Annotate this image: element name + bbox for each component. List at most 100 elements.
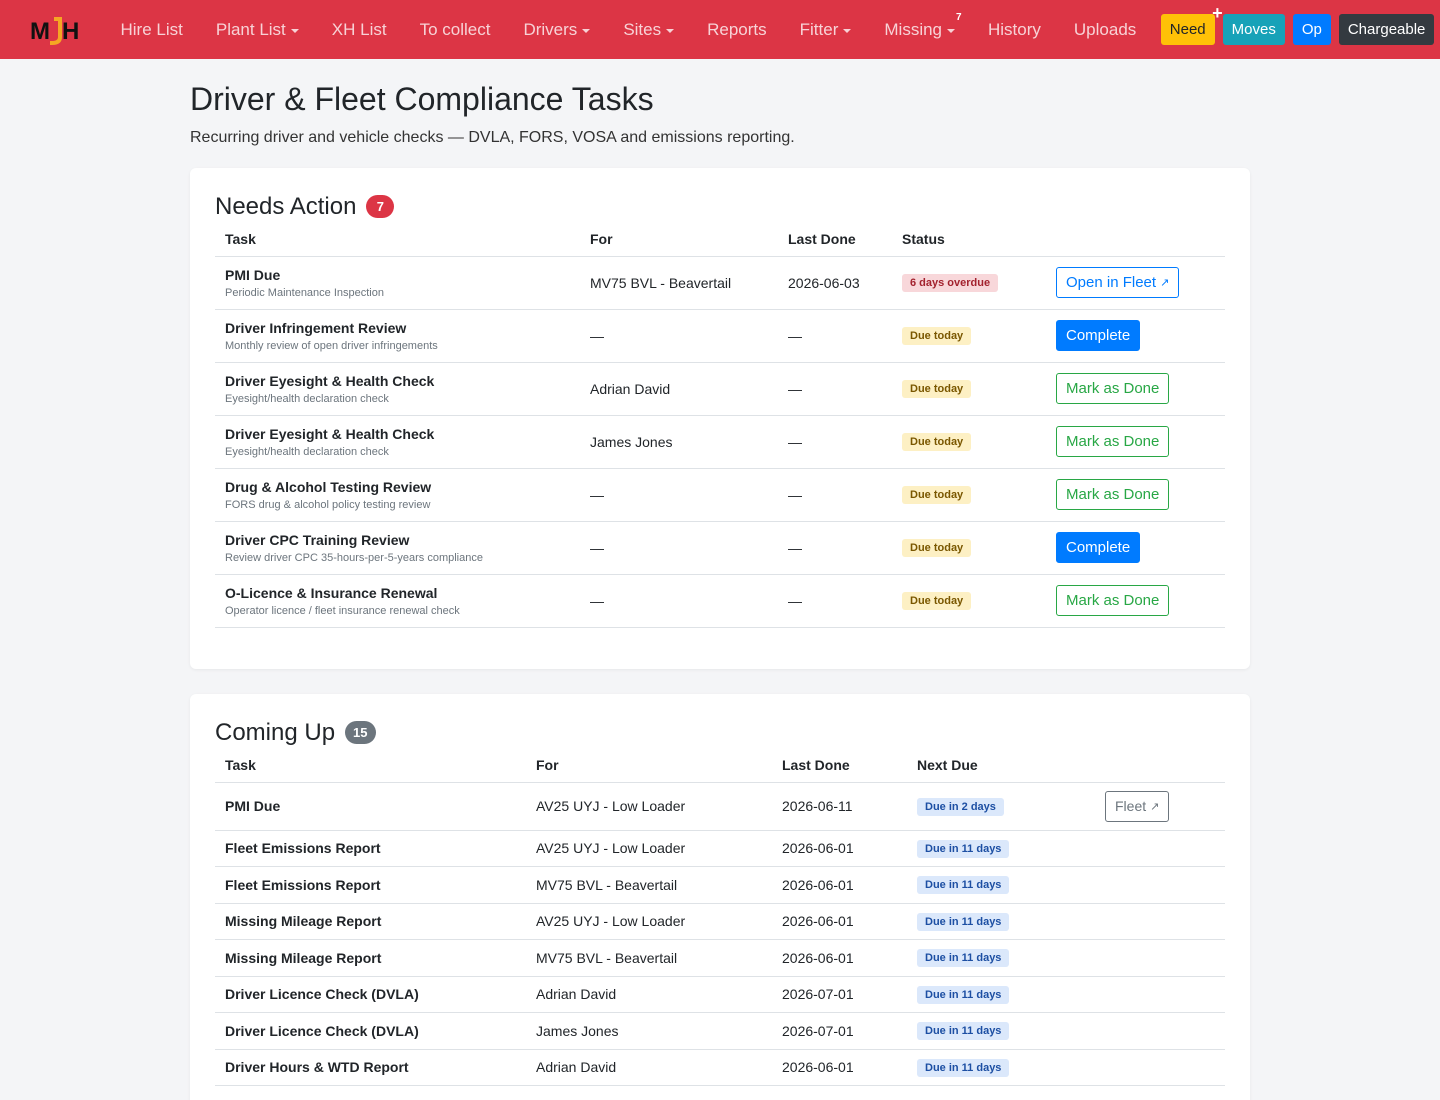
for-cell: Adrian David bbox=[526, 976, 772, 1013]
moves-button[interactable]: Moves bbox=[1222, 14, 1285, 45]
nav-item-label: To collect bbox=[419, 19, 491, 39]
svg-text:H: H bbox=[62, 18, 79, 45]
table-row: PMI Due AV25 UYJ - Low Loader 2026-06-11 Du… bbox=[215, 782, 1225, 831]
next-due-cell: Due in 11 days bbox=[907, 939, 1095, 977]
task-description: Monthly review of open driver infringeme… bbox=[225, 339, 438, 352]
nav-item-missing[interactable]: Missing 7 bbox=[868, 0, 972, 59]
table-header-row: Task For Last Done Next Due bbox=[215, 748, 1225, 783]
column-header: Next Due bbox=[907, 748, 1095, 783]
need-button-label: Need bbox=[1169, 21, 1206, 38]
for-cell: AV25 UYJ - Low Loader bbox=[526, 830, 772, 867]
status-badge: 6 days overdue bbox=[902, 274, 999, 292]
nav-item-reports[interactable]: Reports bbox=[691, 0, 784, 59]
external-link-icon: ↗ bbox=[1150, 800, 1160, 813]
nav-item-xh-list[interactable]: XH List bbox=[315, 0, 403, 59]
mark-as-done-button[interactable]: Mark as Done bbox=[1056, 373, 1170, 404]
task-description: Operator licence / fleet insurance renew… bbox=[225, 604, 460, 617]
last-done-cell: 2026-07-01 bbox=[772, 976, 907, 1013]
for-cell: AV25 UYJ - Low Loader bbox=[526, 782, 772, 831]
action-cell: Complete bbox=[1046, 309, 1225, 363]
status-badge: Due today bbox=[902, 592, 972, 610]
table-row: Driver Infringement Review Monthly review… bbox=[215, 309, 1225, 363]
next-due-cell: Due in 11 days bbox=[907, 976, 1095, 1013]
nav-item-uploads[interactable]: Uploads bbox=[1057, 0, 1152, 59]
last-done-cell: — bbox=[778, 309, 892, 363]
next-due-badge: Due in 11 days bbox=[917, 949, 1010, 968]
action-cell bbox=[1095, 1049, 1225, 1086]
nav-item-sites[interactable]: Sites bbox=[607, 0, 691, 59]
mark-as-done-button[interactable]: Mark as Done bbox=[1056, 426, 1170, 457]
next-due-badge: Due in 11 days bbox=[917, 985, 1010, 1004]
nav-item-history[interactable]: History bbox=[972, 0, 1058, 59]
column-header: Task bbox=[215, 748, 526, 783]
task-cell: Driver Licence Check (DVLA) bbox=[215, 976, 526, 1013]
task-name: Fleet Emissions Report bbox=[225, 876, 381, 893]
for-cell: — bbox=[580, 521, 778, 575]
chargeable-button[interactable]: Chargeable bbox=[1338, 14, 1435, 45]
nav-item-label: History bbox=[988, 19, 1041, 39]
task-description: Review driver CPC 35-hours-per-5-years c… bbox=[225, 551, 483, 564]
task-name: Driver Eyesight & Health Check bbox=[225, 425, 435, 442]
column-header: For bbox=[580, 222, 778, 257]
main-content: Driver & Fleet Compliance Tasks Recurrin… bbox=[190, 80, 1250, 1100]
nav-quick-buttons: Need + Moves Op Chargeable bbox=[1160, 4, 1440, 45]
action-cell: Fleet ↗ bbox=[1095, 782, 1225, 831]
action-cell bbox=[1095, 866, 1225, 904]
op-button[interactable]: Op bbox=[1292, 14, 1331, 45]
action-cell bbox=[1095, 976, 1225, 1013]
page-title: Driver & Fleet Compliance Tasks bbox=[190, 81, 654, 117]
external-link-icon: ↗ bbox=[1160, 277, 1170, 289]
complete-button[interactable]: Complete bbox=[1056, 320, 1141, 351]
for-cell: MV75 BVL - Beavertail bbox=[526, 939, 772, 977]
next-due-cell: Due in 11 days bbox=[907, 903, 1095, 940]
complete-button[interactable]: Complete bbox=[1056, 532, 1141, 563]
nav-item-fitter[interactable]: Fitter bbox=[783, 0, 868, 59]
task-name: Missing Mileage Report bbox=[225, 949, 382, 966]
need-button[interactable]: Need + bbox=[1160, 4, 1223, 45]
task-name: Driver Infringement Review bbox=[225, 319, 407, 336]
nav-item-label: Plant List bbox=[215, 19, 286, 39]
nav-item-drivers[interactable]: Drivers bbox=[507, 0, 607, 59]
task-cell: PMI Due Periodic Maintenance Inspection bbox=[215, 256, 580, 310]
action-cell: Complete bbox=[1046, 521, 1225, 575]
column-header-actions bbox=[1095, 748, 1225, 783]
nav-item-to-collect[interactable]: To collect bbox=[403, 0, 507, 59]
nav-menu: Hire List Plant List XH List To collect Driv… bbox=[104, 0, 1153, 59]
open-in-fleet-button[interactable]: Open in Fleet ↗ bbox=[1056, 267, 1180, 298]
column-header-actions bbox=[1046, 222, 1225, 257]
coming-up-title: Coming Up bbox=[215, 718, 336, 746]
needs-action-table: Task For Last Done Status PMI Due Periodic M… bbox=[215, 222, 1225, 628]
page-subtitle: Recurring driver and vehicle checks — DV… bbox=[190, 129, 795, 146]
action-cell: Mark as Done bbox=[1046, 468, 1225, 522]
table-row: Driver Licence Check (DVLA) Adrian David 2… bbox=[215, 976, 1225, 1013]
next-due-badge: Due in 11 days bbox=[917, 839, 1010, 858]
task-cell: Fleet Emissions Report bbox=[215, 866, 526, 904]
table-row: Driver Eyesight & Health Check Eyesight/h… bbox=[215, 362, 1225, 416]
nav-item-label: Uploads bbox=[1073, 19, 1137, 39]
column-header: Task bbox=[215, 222, 580, 257]
fleet-button[interactable]: Fleet ↗ bbox=[1105, 790, 1170, 822]
last-done-cell: — bbox=[778, 362, 892, 416]
task-cell: O-Licence & Insurance Renewal Operator li… bbox=[215, 574, 580, 628]
needs-action-count-badge: 7 bbox=[366, 195, 395, 218]
last-done-cell: 2026-07-01 bbox=[772, 1012, 907, 1050]
column-header: Status bbox=[892, 222, 1046, 257]
action-cell bbox=[1095, 830, 1225, 867]
last-done-cell: — bbox=[778, 415, 892, 469]
button-label: Complete bbox=[1066, 539, 1131, 556]
nav-item-plant-list[interactable]: Plant List bbox=[199, 0, 315, 59]
task-cell: Driver Hours & WTD Report bbox=[215, 1049, 526, 1086]
nav-item-hire-list[interactable]: Hire List bbox=[104, 0, 199, 59]
task-cell: PMI Due bbox=[215, 782, 526, 831]
last-done-cell: 2026-06-03 bbox=[778, 256, 892, 310]
table-row: PMI Due Periodic Maintenance Inspection MV… bbox=[215, 256, 1225, 310]
brand-logo[interactable]: M H bbox=[30, 13, 84, 47]
mark-as-done-button[interactable]: Mark as Done bbox=[1056, 585, 1170, 616]
task-description: FORS drug & alcohol policy testing revie… bbox=[225, 498, 431, 511]
status-cell: Due today bbox=[892, 521, 1046, 575]
coming-up-heading: Coming Up 15 bbox=[215, 694, 1225, 748]
for-cell: Adrian David bbox=[526, 1049, 772, 1086]
nav-item-label: Drivers bbox=[523, 19, 578, 39]
mark-as-done-button[interactable]: Mark as Done bbox=[1056, 479, 1170, 510]
table-row: O-Licence & Insurance Renewal Operator li… bbox=[215, 574, 1225, 628]
